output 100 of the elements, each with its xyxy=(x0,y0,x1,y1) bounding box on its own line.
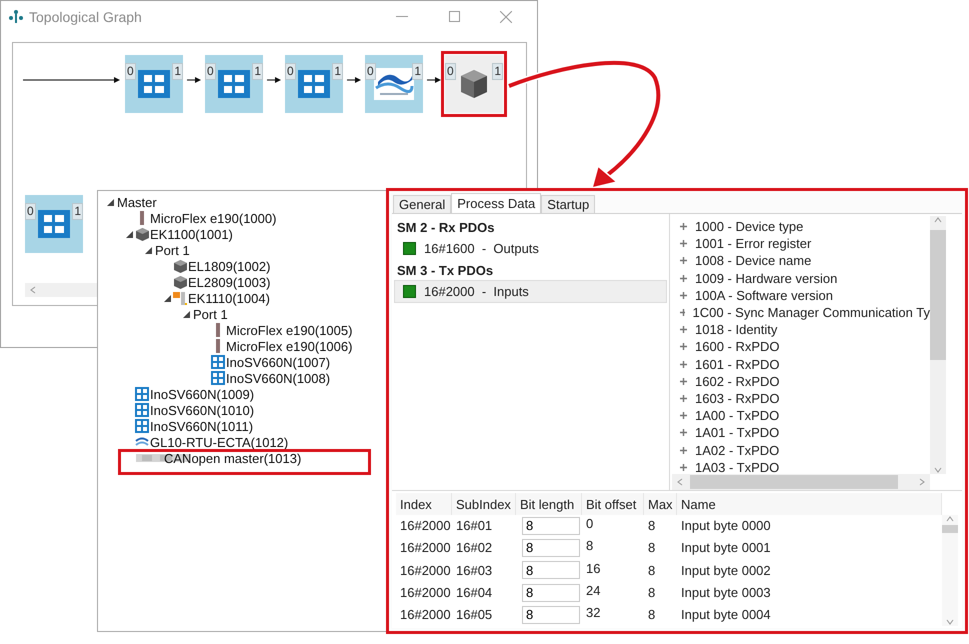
expand-icon[interactable] xyxy=(680,464,687,471)
port-label: 1 xyxy=(412,63,423,80)
collapse-icon[interactable] xyxy=(126,230,132,238)
device-node[interactable]: 0 1 xyxy=(441,51,507,117)
table-cell-text: 32 xyxy=(585,604,602,622)
object-item[interactable]: 1C00 - Sync Manager Communication Ty xyxy=(692,305,930,320)
tree-item[interactable]: GL10-RTU-ECTA(1012) xyxy=(149,434,288,450)
expand-icon[interactable] xyxy=(680,429,687,436)
object-item[interactable]: 1018 - Identity xyxy=(695,322,778,338)
expand-icon[interactable] xyxy=(680,412,687,420)
object-item[interactable]: 1A00 - TxPDO xyxy=(695,408,780,424)
table-cell-text: 16#2000 xyxy=(399,562,452,580)
tree-item[interactable]: MicroFlex e190(1006) xyxy=(225,338,352,354)
table-cell-text: Input byte 0000 xyxy=(680,517,772,536)
expand-icon[interactable] xyxy=(680,343,687,350)
object-item[interactable]: 1001 - Error register xyxy=(695,236,812,252)
tree-item[interactable]: InoSV660N(1007) xyxy=(225,354,330,370)
object-item[interactable]: 1603 - RxPDO xyxy=(695,390,780,406)
tree-item[interactable]: EK1110(1004) xyxy=(187,290,270,306)
expand-icon[interactable] xyxy=(680,309,685,316)
scrollbar-thumb[interactable] xyxy=(930,230,946,360)
expand-icon[interactable] xyxy=(680,360,687,368)
tab[interactable]: Process Data xyxy=(451,193,542,213)
table-cell-text: Input byte 0004 xyxy=(680,606,772,624)
arrow-icon xyxy=(347,76,361,84)
scroll-right-icon[interactable] xyxy=(918,478,926,486)
column-header[interactable]: SubIndex xyxy=(452,493,516,515)
collapse-icon[interactable] xyxy=(144,246,152,254)
horizontal-scrollbar[interactable] xyxy=(25,283,97,297)
object-item[interactable]: 1A03 - TxPDO xyxy=(695,460,780,474)
tab[interactable]: Startup xyxy=(541,195,596,213)
port-label: 0 xyxy=(445,63,456,80)
collapse-icon[interactable] xyxy=(106,198,114,206)
expand-icon[interactable] xyxy=(680,378,687,385)
tree-item[interactable]: EK1100(1001) xyxy=(149,226,233,242)
object-item[interactable]: 1000 - Device type xyxy=(695,219,804,234)
vertical-scrollbar[interactable] xyxy=(930,216,946,474)
object-item[interactable]: 1600 - RxPDO xyxy=(695,339,780,354)
bit-length-field[interactable]: 8 xyxy=(522,516,580,535)
logo-icon xyxy=(374,68,414,100)
tab[interactable]: General xyxy=(393,195,452,213)
expand-icon[interactable] xyxy=(680,257,687,264)
scroll-down-icon[interactable] xyxy=(946,618,954,626)
table-cell-text: 8 xyxy=(585,537,594,556)
bit-length-field[interactable]: 8 xyxy=(522,606,580,624)
column-header[interactable]: Index xyxy=(396,493,452,515)
tree-item[interactable]: InoSV660N(1008) xyxy=(225,370,330,386)
table-cell-text: 16#2000 xyxy=(399,584,452,602)
expand-icon[interactable] xyxy=(680,446,687,454)
port-label: 1 xyxy=(332,63,343,80)
port-label: 0 xyxy=(25,203,36,220)
scroll-down-icon[interactable] xyxy=(934,466,942,474)
tree-item[interactable]: EL1809(1002) xyxy=(187,258,270,274)
pdo-entry[interactable]: 16#1600 - Outputs xyxy=(394,237,667,260)
collapse-icon[interactable] xyxy=(182,310,190,318)
pdo-entry[interactable]: 16#2000 - Inputs xyxy=(394,280,667,303)
tree-item[interactable]: Master xyxy=(116,194,157,210)
scrollbar-thumb[interactable] xyxy=(690,475,898,489)
expand-icon[interactable] xyxy=(680,292,687,299)
expand-icon[interactable] xyxy=(680,274,687,282)
tree-item[interactable]: CANopen master(1013) xyxy=(163,450,302,466)
port-label: 0 xyxy=(125,63,136,80)
column-header[interactable]: Bit offset xyxy=(582,493,644,515)
tree-item[interactable]: MicroFlex e190(1000) xyxy=(149,210,276,226)
bit-length-field[interactable]: 8 xyxy=(522,561,580,580)
tree-item[interactable]: InoSV660N(1010) xyxy=(149,402,254,418)
object-item[interactable]: 1009 - Hardware version xyxy=(695,270,838,286)
bit-length-field[interactable]: 8 xyxy=(522,584,580,602)
tree-item[interactable]: InoSV660N(1011) xyxy=(149,418,254,434)
expand-icon[interactable] xyxy=(680,240,687,248)
tree-item[interactable]: Port 1 xyxy=(192,306,228,322)
bit-length-field[interactable]: 8 xyxy=(522,538,580,557)
scroll-left-icon[interactable] xyxy=(29,286,37,294)
object-item[interactable]: 1A02 - TxPDO xyxy=(695,442,780,458)
expand-icon[interactable] xyxy=(680,223,687,230)
column-header[interactable]: Name xyxy=(677,493,942,515)
expand-icon[interactable] xyxy=(680,394,687,402)
tree-item[interactable]: MicroFlex e190(1005) xyxy=(225,322,352,338)
collapse-icon[interactable] xyxy=(164,294,170,302)
column-header[interactable]: Max xyxy=(644,493,677,515)
logo-icon xyxy=(135,419,149,433)
expand-icon[interactable] xyxy=(680,326,687,334)
scrollbar-thumb[interactable] xyxy=(942,525,958,533)
object-item[interactable]: 1008 - Device name xyxy=(695,253,812,268)
object-item[interactable]: 1A01 - TxPDO xyxy=(695,425,780,440)
table-cell-text: 16#02 xyxy=(455,539,494,558)
tree-item[interactable]: Port 1 xyxy=(154,242,190,258)
scroll-left-icon[interactable] xyxy=(676,478,684,486)
scroll-up-icon[interactable] xyxy=(934,216,942,224)
horizontal-scrollbar[interactable] xyxy=(672,474,930,490)
object-item[interactable]: 1601 - RxPDO xyxy=(695,356,780,372)
window-title: Topological Graph xyxy=(29,8,143,24)
tree-item[interactable]: EL2809(1003) xyxy=(187,274,270,290)
drive-icon xyxy=(216,339,220,353)
object-item[interactable]: 100A - Software version xyxy=(695,288,834,303)
scroll-up-icon[interactable] xyxy=(946,515,954,523)
tree-item[interactable]: InoSV660N(1009) xyxy=(149,386,254,402)
column-header[interactable]: Bit length xyxy=(516,493,582,515)
vertical-scrollbar[interactable] xyxy=(942,515,958,626)
object-item[interactable]: 1602 - RxPDO xyxy=(695,374,780,389)
